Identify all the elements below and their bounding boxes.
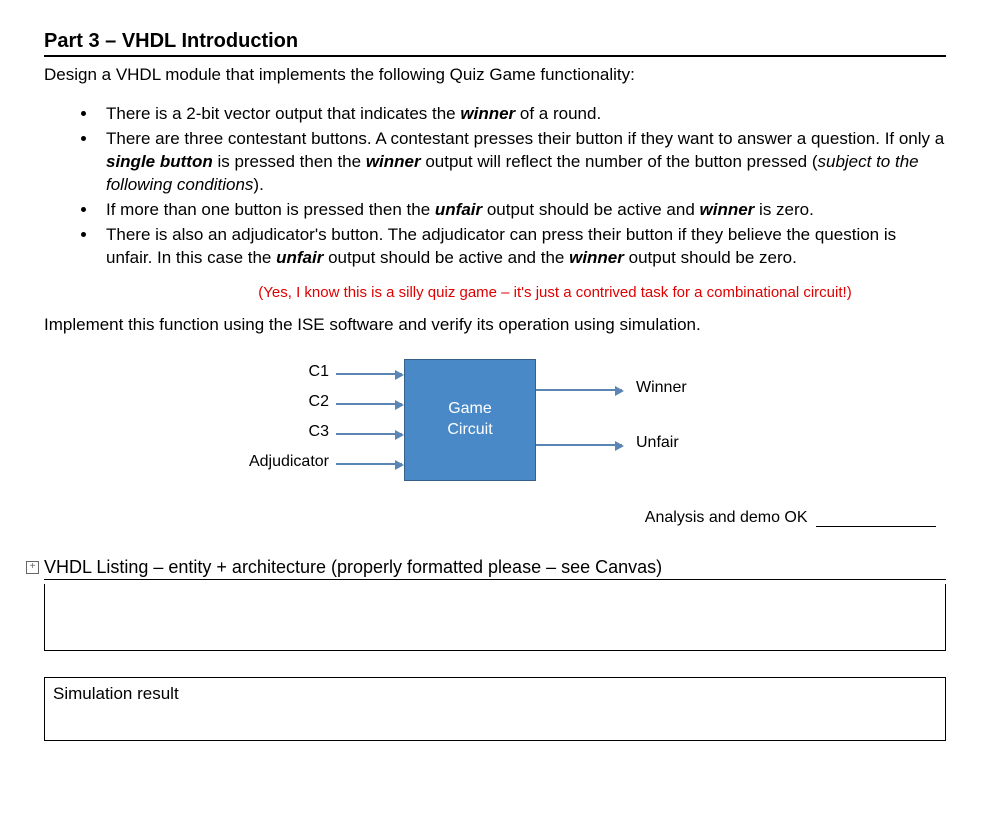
arrow-in-4 bbox=[336, 463, 402, 465]
arrow-in-1 bbox=[336, 373, 402, 375]
input-c2-label: C2 bbox=[299, 393, 329, 411]
vhdl-listing-box bbox=[44, 584, 946, 651]
block-label-2: Circuit bbox=[447, 420, 492, 441]
requirements-list: There is a 2-bit vector output that indi… bbox=[44, 103, 946, 270]
bullet-1: There is a 2-bit vector output that indi… bbox=[98, 103, 946, 126]
input-c1-label: C1 bbox=[299, 363, 329, 381]
game-circuit-block: Game Circuit bbox=[404, 359, 536, 481]
intro-text: Design a VHDL module that implements the… bbox=[44, 65, 946, 85]
input-c3-label: C3 bbox=[299, 423, 329, 441]
simulation-result-label: Simulation result bbox=[53, 684, 179, 703]
implement-instruction: Implement this function using the ISE so… bbox=[44, 315, 946, 335]
arrow-out-unfair bbox=[536, 444, 622, 446]
bullet-4: There is also an adjudicator's button. T… bbox=[98, 224, 946, 270]
output-winner-label: Winner bbox=[636, 379, 687, 397]
signoff-row: Analysis and demo OK bbox=[44, 509, 946, 527]
expand-icon: + bbox=[26, 561, 39, 574]
block-diagram: C1 C2 C3 Adjudicator Game Circuit Winner… bbox=[44, 349, 946, 499]
part-heading: Part 3 – VHDL Introduction bbox=[44, 30, 946, 57]
arrow-out-winner bbox=[536, 389, 622, 391]
output-unfair-label: Unfair bbox=[636, 434, 679, 452]
input-adjudicator-label: Adjudicator bbox=[239, 453, 329, 471]
bullet-3: If more than one button is pressed then … bbox=[98, 199, 946, 222]
red-note: (Yes, I know this is a silly quiz game –… bbox=[164, 284, 946, 301]
signoff-label: Analysis and demo OK bbox=[645, 509, 808, 526]
simulation-result-box: Simulation result bbox=[44, 677, 946, 741]
arrow-in-2 bbox=[336, 403, 402, 405]
page: Part 3 – VHDL Introduction Design a VHDL… bbox=[0, 0, 990, 787]
vhdl-listing-heading: + VHDL Listing – entity + architecture (… bbox=[44, 557, 946, 580]
bullet-2: There are three contestant buttons. A co… bbox=[98, 128, 946, 197]
block-label-1: Game bbox=[448, 399, 492, 420]
signoff-line bbox=[816, 526, 936, 527]
arrow-in-3 bbox=[336, 433, 402, 435]
